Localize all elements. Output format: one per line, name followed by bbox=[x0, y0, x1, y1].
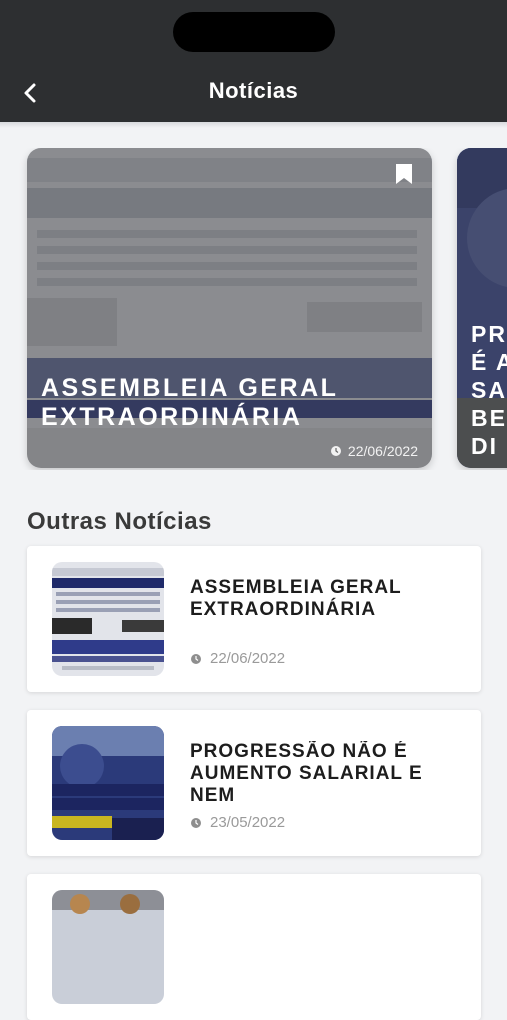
bookmark-icon bbox=[396, 164, 412, 184]
news-thumbnail bbox=[52, 726, 164, 840]
featured-carousel[interactable]: ASSEMBLEIA GERAL EXTRAORDINÁRIA 22/06/20… bbox=[0, 148, 507, 470]
bookmark-button[interactable] bbox=[394, 162, 414, 191]
news-thumbnail bbox=[52, 890, 164, 1004]
section-title: Outras Notícias bbox=[27, 508, 212, 535]
featured-date-text: 22/06/2022 bbox=[347, 443, 418, 459]
featured-card[interactable]: ASSEMBLEIA GERAL EXTRAORDINÁRIA 22/06/20… bbox=[27, 148, 432, 468]
clock-icon bbox=[191, 653, 201, 664]
featured-card-next[interactable]: PR É A SA BE DI bbox=[457, 148, 507, 468]
news-date-text: 22/06/2022 bbox=[210, 650, 286, 667]
app-header: Notícias bbox=[0, 0, 507, 122]
news-card[interactable]: ASSEMBLEIA GERAL EXTRAORDINÁRIA 22/06/20… bbox=[27, 546, 481, 692]
dynamic-island bbox=[173, 12, 335, 52]
news-title: ASSEMBLEIA GERAL EXTRAORDINÁRIA bbox=[190, 577, 402, 620]
featured-title-next: PR É A SA BE DI bbox=[471, 321, 507, 459]
featured-title: ASSEMBLEIA GERAL EXTRAORDINÁRIA bbox=[41, 374, 338, 431]
news-date: 23/05/2022 bbox=[190, 814, 285, 831]
news-thumbnail bbox=[52, 562, 164, 676]
clock-icon bbox=[330, 446, 341, 456]
news-date-text: 23/05/2022 bbox=[210, 814, 286, 831]
featured-date: 22/06/2022 bbox=[330, 443, 418, 459]
news-title: PROGRESSÃO NÃO É AUMENTO SALARIAL E NEM bbox=[190, 741, 423, 806]
page-title: Notícias bbox=[208, 78, 299, 103]
news-card[interactable] bbox=[27, 874, 481, 1020]
header-shadow bbox=[0, 122, 507, 128]
news-card[interactable]: PROGRESSÃO NÃO É AUMENTO SALARIAL E NEM … bbox=[27, 710, 481, 856]
news-date: 22/06/2022 bbox=[190, 650, 285, 667]
clock-icon bbox=[191, 817, 201, 828]
